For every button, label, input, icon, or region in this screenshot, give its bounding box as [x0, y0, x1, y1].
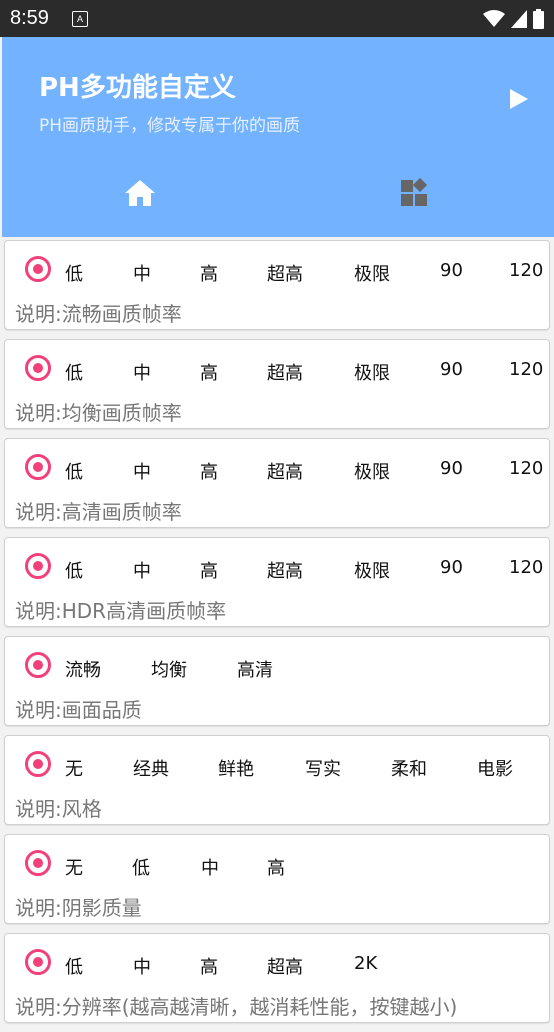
- radio-button[interactable]: [25, 751, 51, 777]
- setting-description: 说明:阴影质量: [15, 896, 142, 920]
- setting-card: 低 中 高 超高 极限 90 120 说明:均衡画质帧率: [4, 339, 550, 429]
- option-label[interactable]: 超高: [267, 953, 303, 979]
- setting-card: 低 中 高 超高 2K 说明:分辨率(越高越清晰，越消耗性能，按键越小): [4, 933, 550, 1023]
- radio-button[interactable]: [25, 850, 51, 876]
- option-label[interactable]: 极限: [354, 557, 390, 583]
- status-time: 8:59: [10, 7, 49, 29]
- radio-button[interactable]: [25, 355, 51, 381]
- option-label[interactable]: 90: [440, 458, 463, 479]
- option-label[interactable]: 低: [65, 260, 83, 286]
- setting-description: 说明:HDR高清画质帧率: [15, 599, 227, 623]
- battery-icon: [533, 9, 544, 29]
- option-label[interactable]: 2K: [354, 953, 377, 974]
- option-label[interactable]: 均衡: [151, 656, 187, 682]
- option-label[interactable]: 电影: [477, 755, 513, 781]
- app-title: PH多功能自定义: [39, 73, 236, 103]
- option-label[interactable]: 高: [267, 854, 285, 880]
- option-label[interactable]: 高: [200, 260, 218, 286]
- option-label[interactable]: 低: [132, 854, 150, 880]
- option-label[interactable]: 低: [65, 359, 83, 385]
- status-bar: 8:59 A: [0, 0, 554, 37]
- option-label[interactable]: 极限: [354, 359, 390, 385]
- setting-description: 说明:画面品质: [15, 698, 142, 722]
- option-label[interactable]: 超高: [267, 557, 303, 583]
- option-label[interactable]: 流畅: [65, 656, 101, 682]
- status-icons: [483, 8, 544, 30]
- radio-button[interactable]: [25, 652, 51, 678]
- option-label[interactable]: 经典: [133, 755, 169, 781]
- radio-button[interactable]: [25, 949, 51, 975]
- app-subtitle: PH画质助手，修改专属于你的画质: [39, 116, 301, 136]
- home-icon[interactable]: [124, 179, 156, 207]
- option-label[interactable]: 柔和: [391, 755, 427, 781]
- setting-card: 无 经典 鲜艳 写实 柔和 电影说明:风格: [4, 735, 550, 825]
- setting-description: 说明:均衡画质帧率: [15, 401, 182, 425]
- option-label[interactable]: 90: [440, 557, 463, 578]
- option-label[interactable]: 高: [200, 458, 218, 484]
- app-header: PH多功能自定义 PH画质助手，修改专属于你的画质: [2, 37, 554, 237]
- option-label[interactable]: 无: [65, 854, 83, 880]
- option-label[interactable]: 中: [201, 854, 219, 880]
- setting-description: 说明:高清画质帧率: [15, 500, 182, 524]
- option-label[interactable]: 中: [133, 260, 151, 286]
- option-label[interactable]: 高: [200, 557, 218, 583]
- radio-button[interactable]: [25, 256, 51, 282]
- option-label[interactable]: 高: [200, 953, 218, 979]
- option-label[interactable]: 无: [65, 755, 83, 781]
- option-label[interactable]: 极限: [354, 260, 390, 286]
- option-label[interactable]: 120: [509, 260, 543, 281]
- settings-list: 低中高超高 极限 90 120 说明:流畅画质帧率低中高超高 极限 90 120 说明:均衡画质…: [4, 240, 550, 1032]
- setting-card: 无 低 中 高说明:阴影质量: [4, 834, 550, 924]
- radio-button[interactable]: [25, 454, 51, 480]
- option-label[interactable]: 超高: [267, 260, 303, 286]
- option-label[interactable]: 高: [200, 359, 218, 385]
- setting-card: 低 中 高 超高 极限 90 120 说明:HDR高清画质帧率: [4, 537, 550, 627]
- setting-card: 低 中 高 超高 极限 90 120 说明:高清画质帧率: [4, 438, 550, 528]
- option-label[interactable]: 写实: [305, 755, 341, 781]
- play-icon[interactable]: [508, 87, 530, 111]
- option-label[interactable]: 中: [133, 953, 151, 979]
- option-label[interactable]: 120: [509, 557, 543, 578]
- setting-card: 流畅 均衡 高清说明:画面品质: [4, 636, 550, 726]
- option-label[interactable]: 120: [509, 359, 543, 380]
- option-label[interactable]: 90: [440, 359, 463, 380]
- radio-button[interactable]: [25, 553, 51, 579]
- signal-icon: [511, 10, 527, 28]
- wifi-icon: [483, 10, 505, 27]
- notification-icon: A: [72, 11, 88, 27]
- option-label[interactable]: 高清: [237, 656, 273, 682]
- option-label[interactable]: 超高: [267, 359, 303, 385]
- option-label[interactable]: 低: [65, 953, 83, 979]
- option-label[interactable]: 低: [65, 458, 83, 484]
- option-label[interactable]: 120: [509, 458, 543, 479]
- setting-card: 低 中 高 超高 极限 90 120 说明:流畅画质帧率: [4, 240, 550, 330]
- option-label[interactable]: 低: [65, 557, 83, 583]
- option-label[interactable]: 超高: [267, 458, 303, 484]
- option-label[interactable]: 中: [133, 359, 151, 385]
- setting-description: 说明:风格: [15, 797, 102, 821]
- option-label[interactable]: 鲜艳: [218, 755, 254, 781]
- setting-description: 说明:分辨率(越高越清晰，越消耗性能，按键越小): [15, 995, 458, 1019]
- option-label[interactable]: 极限: [354, 458, 390, 484]
- option-label[interactable]: 中: [133, 557, 151, 583]
- setting-description: 说明:流畅画质帧率: [15, 302, 182, 326]
- apps-icon[interactable]: [400, 177, 434, 207]
- option-label[interactable]: 中: [133, 458, 151, 484]
- option-label[interactable]: 90: [440, 260, 463, 281]
